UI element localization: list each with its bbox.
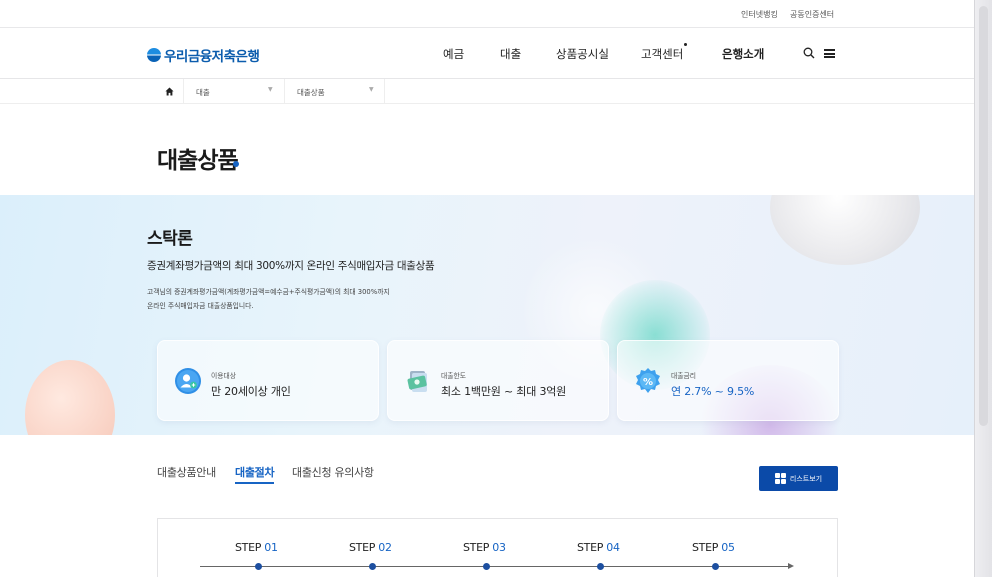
step-prefix: STEP <box>349 541 379 554</box>
card-value: 연 2.7% ~ 9.5% <box>671 385 755 398</box>
step-prefix: STEP <box>235 541 265 554</box>
svg-text:%: % <box>643 377 653 388</box>
step-label: STEP 01 <box>235 541 278 554</box>
breadcrumb-select-loan-products[interactable]: 대출상품 ▼ <box>284 79 385 104</box>
logo-icon <box>147 48 161 62</box>
utility-bar: 인터넷뱅킹 공동인증센터 <box>0 0 974 28</box>
step-dot <box>255 563 262 570</box>
step-label: STEP 03 <box>463 541 506 554</box>
logo-text: 우리금융저축은행 <box>164 49 260 65</box>
step-dot <box>483 563 490 570</box>
info-card-limit: 대출한도 최소 1백만원 ~ 최대 3억원 <box>387 340 609 421</box>
breadcrumb-level2: 대출상품 <box>297 88 325 97</box>
step-number: 02 <box>378 541 392 554</box>
list-view-button[interactable]: 리스트보기 <box>759 466 838 491</box>
grid-icon <box>774 473 786 484</box>
step-timeline <box>200 566 790 567</box>
step-label: STEP 04 <box>577 541 620 554</box>
step-number: 05 <box>721 541 735 554</box>
global-nav: 우리금융저축은행 예금 대출 상품공시실 고객센터 은행소개 <box>0 28 974 79</box>
product-description-line: 온라인 주식매입자금 대출상품입니다. <box>147 302 254 310</box>
card-label: 이용대상 <box>211 372 237 380</box>
scrollbar-thumb[interactable] <box>979 6 988 426</box>
new-dot-icon <box>684 43 688 46</box>
money-icon <box>407 371 427 392</box>
internet-banking-link[interactable]: 인터넷뱅킹 <box>741 9 778 20</box>
product-name: 스탁론 <box>147 229 193 249</box>
decorative-blob <box>25 360 115 435</box>
step-dot <box>597 563 604 570</box>
page-title: 대출상품 <box>157 148 239 174</box>
nav-item-bank-intro[interactable]: 은행소개 <box>722 46 764 62</box>
breadcrumb: 대출 ▼ 대출상품 ▼ <box>0 79 974 104</box>
info-card-eligibility: 이용대상 만 20세이상 개인 <box>157 340 379 421</box>
product-description: 고객님의 증권계좌평가금액(계좌평가금액=예수금+주식평가금액)의 최대 300… <box>147 285 507 313</box>
menu-icon[interactable] <box>824 49 835 58</box>
card-value: 만 20세이상 개인 <box>211 385 291 398</box>
page: 인터넷뱅킹 공동인증센터 우리금융저축은행 예금 대출 상품공시실 고객센터 은… <box>0 0 975 577</box>
card-label: 대출금리 <box>671 372 697 380</box>
card-value: 최소 1백만원 ~ 최대 3억원 <box>441 385 567 398</box>
percent-icon: % <box>636 368 660 393</box>
step-label: STEP 02 <box>349 541 392 554</box>
list-view-label: 리스트보기 <box>789 475 823 483</box>
logo[interactable]: 우리금융저축은행 <box>147 45 260 65</box>
tab-loan-procedure[interactable]: 대출절차 <box>235 464 275 484</box>
certificate-center-link[interactable]: 공동인증센터 <box>790 9 834 20</box>
breadcrumb-level1: 대출 <box>196 88 210 97</box>
step-number: 04 <box>606 541 620 554</box>
step-label: STEP 05 <box>692 541 735 554</box>
step-number: 03 <box>492 541 506 554</box>
decorative-blob <box>770 195 920 265</box>
step-dot <box>712 563 719 570</box>
info-card-rate: % 대출금리 연 2.7% ~ 9.5% <box>617 340 839 421</box>
card-label: 대출한도 <box>441 372 467 380</box>
nav-item-product-disclosure[interactable]: 상품공시실 <box>556 46 609 62</box>
tab-application-notes[interactable]: 대출신청 유의사항 <box>292 464 374 480</box>
tab-product-info[interactable]: 대출상품안내 <box>157 464 216 480</box>
step-prefix: STEP <box>577 541 607 554</box>
title-dot <box>233 161 239 167</box>
breadcrumb-select-loan[interactable]: 대출 ▼ <box>183 79 284 104</box>
product-description-line: 고객님의 증권계좌평가금액(계좌평가금액=예수금+주식평가금액)의 최대 300… <box>147 288 390 296</box>
nav-item-loan[interactable]: 대출 <box>500 46 521 62</box>
search-icon[interactable] <box>803 47 815 59</box>
step-dot <box>369 563 376 570</box>
page-scrollbar[interactable] <box>975 0 992 577</box>
chevron-down-icon: ▼ <box>369 86 374 93</box>
chevron-down-icon: ▼ <box>268 86 273 93</box>
product-subtitle: 증권계좌평가금액의 최대 300%까지 온라인 주식매입자금 대출상품 <box>147 260 435 272</box>
step-number: 01 <box>264 541 278 554</box>
person-icon <box>175 368 201 394</box>
nav-item-customer-center-label: 고객센터 <box>641 47 684 61</box>
home-icon[interactable] <box>165 87 174 96</box>
nav-item-deposit[interactable]: 예금 <box>443 46 464 62</box>
step-prefix: STEP <box>463 541 493 554</box>
step-prefix: STEP <box>692 541 722 554</box>
nav-item-customer-center[interactable]: 고객센터 <box>641 43 688 62</box>
arrow-right-icon <box>788 563 794 569</box>
